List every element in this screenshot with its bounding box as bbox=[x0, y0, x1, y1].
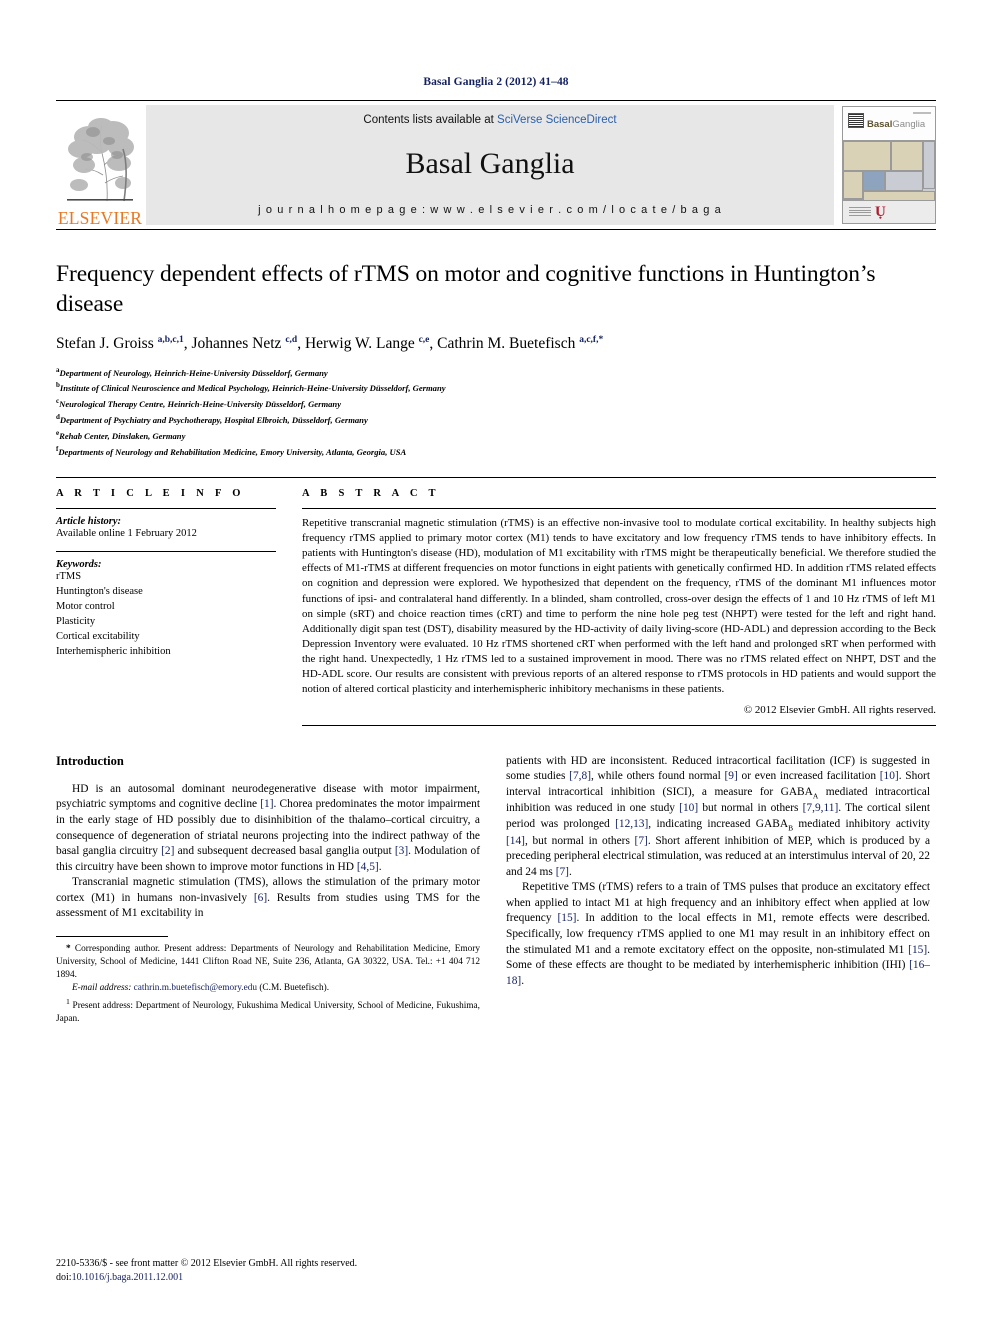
affiliation-item: bInstitute of Clinical Neuroscience and … bbox=[56, 380, 936, 396]
present-address-footnote: 1 Present address: Department of Neurolo… bbox=[56, 996, 480, 1026]
affiliation-item: aDepartment of Neurology, Heinrich-Heine… bbox=[56, 365, 936, 381]
keyword-item: Interhemispheric inhibition bbox=[56, 645, 171, 657]
info-abstract-block: A R T I C L E I N F O Article history: A… bbox=[56, 477, 936, 726]
corresponding-author-text: Corresponding author. Present address: D… bbox=[56, 943, 481, 981]
paper-page: Basal Ganglia 2 (2012) 41–48 ELSEVIER Co… bbox=[0, 0, 992, 1323]
article-history-value: Available online 1 February 2012 bbox=[56, 528, 197, 540]
affiliation-item: dDepartment of Psychiatry and Psychother… bbox=[56, 412, 936, 428]
abstract-copyright: © 2012 Elsevier GmbH. All rights reserve… bbox=[743, 703, 936, 716]
journal-title: Basal Ganglia bbox=[405, 147, 575, 180]
cover-block-6 bbox=[885, 171, 923, 191]
affiliation-text: Neurological Therapy Centre, Heinrich-He… bbox=[59, 399, 342, 410]
cover-block-1 bbox=[843, 141, 891, 171]
keyword-item: Motor control bbox=[56, 601, 115, 612]
affiliation-text: Rehab Center, Dinslaken, Germany bbox=[59, 430, 186, 441]
doi-label: doi: bbox=[56, 1271, 72, 1283]
journal-cover-thumbnail[interactable]: BasalGanglia Ụ bbox=[840, 101, 936, 229]
abstract-text: Repetitive transcranial magnetic stimula… bbox=[302, 517, 936, 695]
affiliation-text: Departments of Neurology and Rehabilitat… bbox=[58, 446, 407, 457]
body-column-left: Introduction HD is an autosomal dominant… bbox=[56, 754, 480, 1026]
elsevier-wordmark: ELSEVIER bbox=[57, 207, 143, 228]
cover-block-4 bbox=[843, 171, 863, 199]
keywords-rule bbox=[56, 551, 276, 553]
article-info-heading: A R T I C L E I N F O bbox=[56, 488, 245, 500]
article-info-column: A R T I C L E I N F O Article history: A… bbox=[56, 488, 302, 726]
elsevier-logo: ELSEVIER bbox=[56, 101, 144, 229]
cover-block-5 bbox=[863, 171, 885, 191]
email-footnote: E-mail address: cathrin.m.buetefisch@emo… bbox=[56, 982, 480, 995]
email-link[interactable]: cathrin.m.buetefisch@emory.edu bbox=[134, 983, 257, 993]
footnote-mark: 1 bbox=[66, 996, 70, 1006]
doi-line: doi:10.1016/j.baga.2011.12.001 bbox=[56, 1271, 357, 1285]
asterisk-icon: * bbox=[66, 943, 71, 954]
keywords-label: Keywords: bbox=[56, 559, 102, 571]
cover-title-light: Ganglia bbox=[892, 119, 926, 130]
article-history-label: Article history: bbox=[56, 516, 122, 528]
cover-journal-title: BasalGanglia bbox=[867, 119, 925, 130]
running-head: Basal Ganglia 2 (2012) 41–48 bbox=[423, 76, 569, 88]
body-columns: Introduction HD is an autosomal dominant… bbox=[56, 754, 936, 1026]
doi-link[interactable]: 10.1016/j.baga.2011.12.001 bbox=[72, 1272, 184, 1283]
cover-issn-mark bbox=[913, 112, 931, 114]
elsevier-tree-icon bbox=[61, 112, 139, 209]
cover-block-2 bbox=[891, 141, 923, 171]
cover-publisher-icon bbox=[848, 113, 864, 128]
affiliation-text: Institute of Clinical Neuroscience and M… bbox=[59, 383, 446, 394]
contents-available-line: Contents lists available at SciVerse Sci… bbox=[363, 114, 616, 126]
affiliation-list: aDepartment of Neurology, Heinrich-Heine… bbox=[56, 365, 936, 460]
article-info-rule bbox=[56, 508, 276, 510]
journal-homepage[interactable]: j o u r n a l h o m e p a g e : w w w . … bbox=[258, 204, 722, 216]
journal-masthead: ELSEVIER Contents lists available at Sci… bbox=[56, 100, 936, 230]
cover-block-3 bbox=[923, 141, 935, 189]
corresponding-author-footnote: * Corresponding author. Present address:… bbox=[56, 943, 480, 983]
intro-paragraph: HD is an autosomal dominant neurodegener… bbox=[56, 782, 481, 873]
introduction-heading: Introduction bbox=[56, 753, 124, 768]
footnote-block: * Corresponding author. Present address:… bbox=[56, 935, 480, 1026]
intro-paragraph: Transcranial magnetic stimulation (TMS),… bbox=[56, 876, 480, 920]
keyword-item: Cortical excitability bbox=[56, 630, 140, 642]
author-list: Stefan J. Groiss a,b,c,1, Johannes Netz … bbox=[56, 335, 604, 353]
issn-line: 2210-5336/$ - see front matter © 2012 El… bbox=[56, 1257, 358, 1269]
affiliation-item: eRehab Center, Dinslaken, Germany bbox=[56, 428, 936, 444]
cover-title-bold: Basal bbox=[867, 119, 893, 130]
contents-prefix: Contents lists available at bbox=[363, 114, 498, 126]
abstract-heading: A B S T R A C T bbox=[302, 488, 440, 500]
abstract-bottom-rule bbox=[302, 724, 936, 726]
affiliation-text: Department of Psychiatry and Psychothera… bbox=[59, 414, 368, 425]
page-footer: 2210-5336/$ - see front matter © 2012 El… bbox=[56, 1257, 357, 1285]
journal-band: Contents lists available at SciVerse Sci… bbox=[146, 105, 834, 225]
keyword-item: Huntington's disease bbox=[56, 586, 143, 598]
email-label: E-mail address: bbox=[72, 983, 132, 994]
page-title: Frequency dependent effects of rTMS on m… bbox=[56, 261, 876, 317]
intro-paragraph: Repetitive TMS (rTMS) refers to a train … bbox=[506, 881, 930, 987]
intro-paragraph: patients with HD are inconsistent. Reduc… bbox=[506, 754, 931, 878]
cover-publisher-mark: Ụ bbox=[875, 204, 886, 220]
affiliation-item: cNeurological Therapy Centre, Heinrich-H… bbox=[56, 396, 936, 412]
sciencedirect-link[interactable]: SciVerse ScienceDirect bbox=[497, 114, 617, 126]
affiliation-item: fDepartments of Neurology and Rehabilita… bbox=[56, 444, 936, 460]
cover-artwork: BasalGanglia Ụ bbox=[842, 106, 936, 224]
cover-footer-lines bbox=[849, 207, 871, 217]
title-block: Frequency dependent effects of rTMS on m… bbox=[56, 260, 936, 459]
body-column-right: patients with HD are inconsistent. Reduc… bbox=[506, 754, 930, 1026]
present-address-text: Present address: Department of Neurology… bbox=[56, 1000, 480, 1024]
abstract-column: A B S T R A C T Repetitive transcranial … bbox=[302, 488, 936, 726]
email-owner: (C.M. Buetefisch). bbox=[259, 983, 330, 994]
keyword-item: Plasticity bbox=[56, 615, 96, 627]
abstract-rule bbox=[302, 508, 936, 510]
keyword-item: rTMS bbox=[56, 571, 82, 583]
affiliation-text: Department of Neurology, Heinrich-Heine-… bbox=[59, 367, 328, 378]
